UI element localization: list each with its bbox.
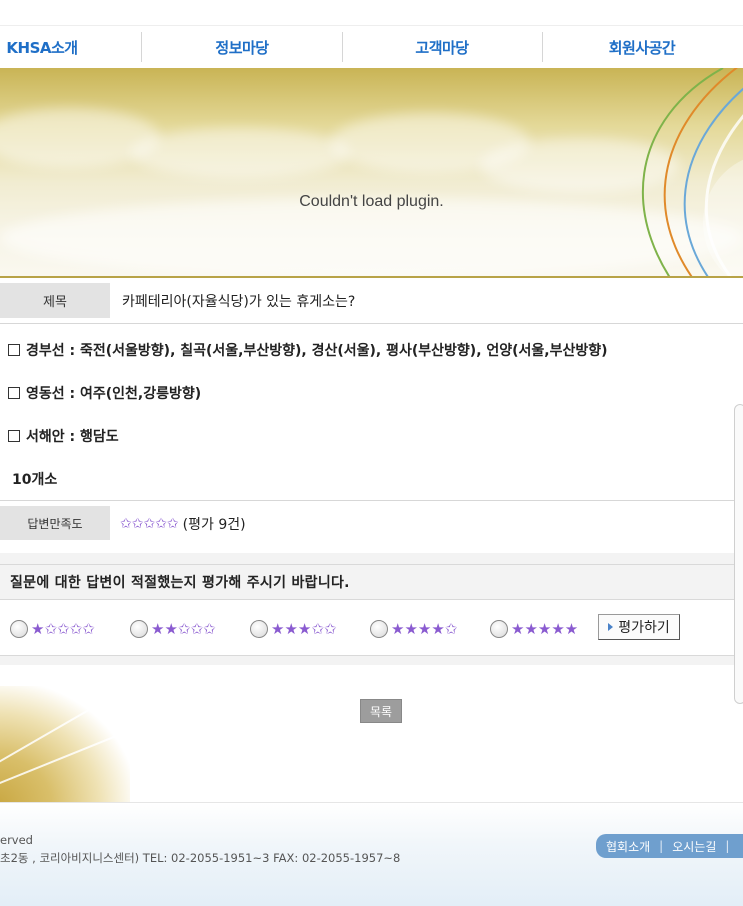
star-rating-icon: ★★★✩✩	[271, 620, 337, 638]
answer-line: 서해안 : 행담도	[8, 426, 119, 446]
road-decoration	[0, 686, 130, 802]
footer-link-separator: |	[725, 839, 730, 853]
checkbox-glyph	[8, 344, 20, 356]
question-title: 카페테리아(자율식당)가 있는 휴게소는?	[122, 294, 356, 310]
answer-line: 경부선 : 죽전(서울방향), 칠곡(서울,부산방향), 경산(서울), 평사(…	[8, 340, 608, 360]
radio-button[interactable]	[250, 620, 268, 638]
star-rating-icon: ★★✩✩✩	[151, 620, 216, 638]
address-text: 초2동 , 코리아비지니스센터) TEL: 02-2055-1951~3 FAX…	[0, 851, 401, 865]
answer-line-text: 영동선 : 여주(인천,강릉방향)	[26, 386, 202, 402]
nav-item-members[interactable]: 회원사공간	[542, 26, 742, 68]
main-nav: KHSA소개 정보마당 고객마당 회원사공간	[0, 26, 743, 68]
plugin-error-message: Couldn't load plugin.	[299, 193, 444, 210]
rating-option-4[interactable]: ★★★★✩	[370, 620, 457, 638]
radio-button[interactable]	[370, 620, 388, 638]
radio-button[interactable]	[130, 620, 148, 638]
rating-option-3[interactable]: ★★★✩✩	[250, 620, 336, 638]
scrollbar[interactable]	[734, 404, 743, 704]
answer-count-text: 10개소	[12, 472, 58, 488]
nav-item-khsa[interactable]: KHSA소개	[0, 26, 84, 68]
answer-line-text: 서해안 : 행담도	[26, 429, 119, 445]
footer-link-separator: |	[659, 839, 664, 853]
satisfaction-value: ✩✩✩✩✩ (평가 9건)	[120, 514, 246, 534]
evaluation-question: 질문에 대한 답변이 적절했는지 평가해 주시기 바랍니다.	[0, 564, 743, 600]
arrow-right-icon	[608, 623, 614, 631]
nav-item-info[interactable]: 정보마당	[142, 26, 342, 68]
lower-band	[0, 666, 743, 802]
rating-count: (평가 9건)	[182, 517, 246, 533]
submit-rating-button[interactable]: 평가하기	[598, 614, 680, 640]
top-strip	[0, 0, 743, 26]
star-rating-icon: ★✩✩✩✩	[31, 620, 95, 638]
swirl-decoration-icon	[641, 68, 743, 276]
radio-button[interactable]	[490, 620, 508, 638]
checkbox-glyph	[8, 387, 20, 399]
rating-option-2[interactable]: ★★✩✩✩	[130, 620, 216, 638]
cloud-decoration	[130, 128, 350, 178]
footer-link-directions[interactable]: 오시는길	[672, 838, 716, 855]
footer-links: 협회소개 | 오시는길 |	[596, 834, 743, 858]
checkbox-glyph	[8, 430, 20, 442]
satisfaction-label: 답변만족도	[0, 506, 110, 540]
nav-item-customer[interactable]: 고객마당	[342, 26, 542, 68]
star-rating-icon: ✩✩✩✩✩	[120, 516, 179, 532]
footer-link-about[interactable]: 협회소개	[606, 838, 650, 855]
answer-line-text: 경부선 : 죽전(서울방향), 칠곡(서울,부산방향), 경산(서울), 평사(…	[26, 343, 608, 359]
divider	[0, 323, 743, 324]
rating-option-5[interactable]: ★★★★★	[490, 620, 578, 638]
star-rating-icon: ★★★★★	[511, 620, 579, 638]
divider	[0, 500, 743, 501]
star-rating-icon: ★★★★✩	[391, 620, 458, 638]
answer-line: 영동선 : 여주(인천,강릉방향)	[8, 383, 201, 403]
banner: Couldn't load plugin.	[0, 68, 743, 278]
answer-count: 10개소	[12, 469, 57, 489]
list-button[interactable]: 목록	[360, 699, 402, 723]
submit-rating-label: 평가하기	[618, 620, 670, 636]
rating-option-1[interactable]: ★✩✩✩✩	[10, 620, 95, 638]
copyright-text: erved	[0, 833, 33, 847]
title-label: 제목	[0, 283, 110, 318]
radio-button[interactable]	[10, 620, 28, 638]
